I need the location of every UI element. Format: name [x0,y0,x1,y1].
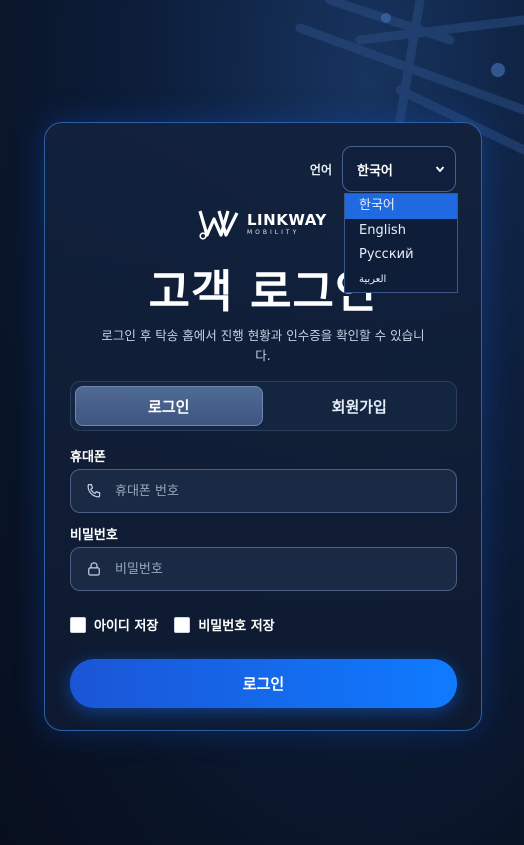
phone-input[interactable] [115,483,435,499]
phone-field[interactable] [70,469,457,513]
tab-signup[interactable]: 회원가입 [267,386,453,426]
phone-label: 휴대폰 [70,450,106,465]
tab-login[interactable]: 로그인 [75,386,263,426]
language-option-arabic[interactable]: العربية [345,268,457,293]
save-id-checkbox[interactable] [70,616,86,633]
language-label: 언어 [309,162,332,177]
password-input[interactable] [115,561,435,577]
chevron-down-icon [435,166,445,173]
password-field[interactable] [70,547,457,591]
linkway-logo: LINKWAY MOBILITY [197,207,329,241]
save-password-label: 비밀번호 저장 [198,619,275,634]
language-option-english[interactable]: English [345,219,457,244]
page-subtitle: 로그인 후 탁송 홈에서 진행 현황과 인수증을 확인할 수 있습니다. [101,328,425,363]
save-id-label: 아이디 저장 [94,619,159,634]
login-card: 언어 한국어 한국어 English Русский العربية LINKW… [44,122,482,731]
logo-mark-icon [198,210,239,240]
language-option-korean[interactable]: 한국어 [345,194,457,219]
language-dropdown: 한국어 English Русский العربية [344,193,458,293]
logo-subtitle: MOBILITY [247,228,300,236]
save-password-checkbox[interactable] [174,616,191,633]
save-options: 아이디 저장 비밀번호 저장 [70,615,275,634]
language-option-russian[interactable]: Русский [345,243,457,268]
auth-tabs: 로그인 회원가입 [70,381,457,431]
login-button[interactable]: 로그인 [70,659,457,708]
lock-icon [88,562,100,576]
logo-name: LINKWAY [247,210,327,229]
language-select[interactable]: 한국어 [342,146,456,192]
save-id-option[interactable]: 아이디 저장 [70,615,158,634]
phone-icon [87,484,101,498]
language-row: 언어 한국어 [310,146,456,192]
password-label: 비밀번호 [70,528,118,543]
save-password-option[interactable]: 비밀번호 저장 [174,615,275,634]
language-selected-value: 한국어 [357,163,393,179]
